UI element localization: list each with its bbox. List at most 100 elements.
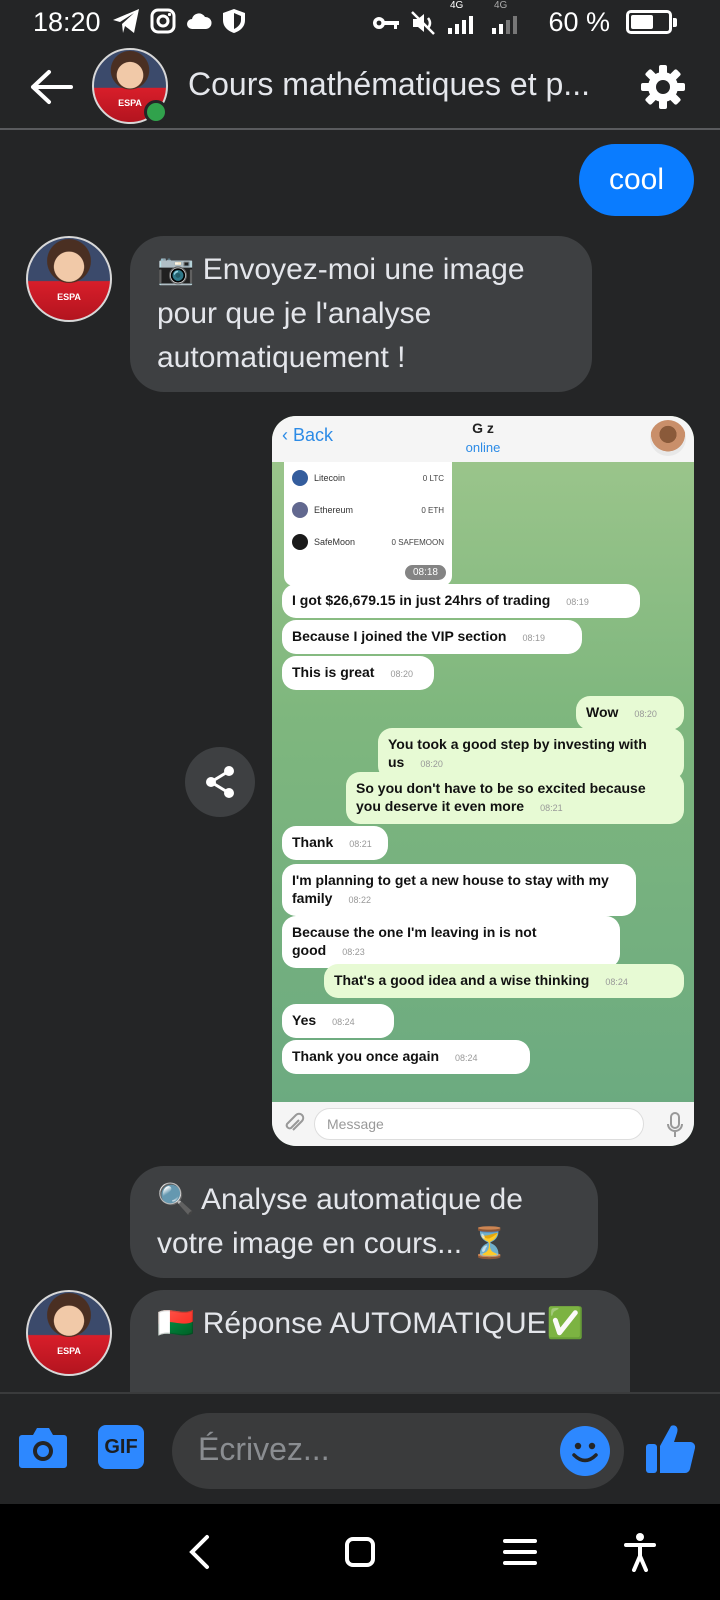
image-chat-text: Because I joined the VIP section bbox=[292, 628, 507, 644]
image-chat-time: 08:21 bbox=[349, 839, 372, 849]
image-chat-time: 08:20 bbox=[634, 709, 657, 719]
mute-icon bbox=[411, 11, 435, 35]
signal-4g-icon: 4G bbox=[446, 0, 480, 38]
incoming-message[interactable]: 🔍 Analyse automatique de votre image en … bbox=[130, 1166, 598, 1278]
image-chat-text: That's a good idea and a wise thinking bbox=[334, 972, 590, 988]
camera-icon bbox=[19, 1428, 67, 1468]
wallet-row: SafeMoon 0 SAFEMOON bbox=[284, 526, 452, 558]
image-chat-time: 08:19 bbox=[566, 597, 589, 607]
image-chat-time: 08:20 bbox=[420, 759, 443, 769]
back-button[interactable] bbox=[22, 58, 80, 116]
chat-header: ESPA Cours mathématiques et p... bbox=[0, 44, 720, 130]
image-message[interactable]: ‹ Back G z online Litecoin 0 LTC Ethereum… bbox=[272, 416, 694, 1146]
nav-recents-button[interactable] bbox=[496, 1528, 544, 1576]
settings-button[interactable] bbox=[634, 58, 692, 116]
image-chat-bubble: Thank you once again 08:24 bbox=[282, 1040, 530, 1074]
image-chat-bubble: So you don't have to be so excited becau… bbox=[346, 772, 684, 824]
signal-4g-icon: 4G bbox=[490, 0, 524, 38]
image-chat-time: 08:23 bbox=[342, 947, 365, 957]
image-compose-bar: Message bbox=[272, 1102, 694, 1146]
image-chat-text: Thank bbox=[292, 834, 334, 850]
status-time: 18:20 bbox=[33, 7, 101, 37]
incoming-message[interactable]: 🇲🇬 Réponse AUTOMATIQUE✅ bbox=[130, 1290, 630, 1392]
battery-fill bbox=[631, 15, 653, 29]
image-chat-bubble: I'm planning to get a new house to stay … bbox=[282, 864, 636, 916]
image-chat-text: This is great bbox=[292, 664, 375, 680]
image-chat-bubble: Thank 08:21 bbox=[282, 826, 388, 860]
litecoin-icon bbox=[292, 470, 308, 486]
ethereum-icon bbox=[292, 502, 308, 518]
image-chat-text: So you don't have to be so excited becau… bbox=[356, 780, 646, 814]
wallet-timestamp: 08:18 bbox=[404, 565, 446, 580]
image-chat-time: 08:21 bbox=[540, 803, 563, 813]
composer-bar: GIF Écrivez... bbox=[0, 1392, 720, 1504]
image-chat-text: Thank you once again bbox=[292, 1048, 440, 1064]
safemoon-icon bbox=[292, 534, 308, 550]
battery-icon bbox=[626, 10, 677, 34]
image-chat-time: 08:24 bbox=[332, 1017, 355, 1027]
telegram-icon bbox=[113, 9, 139, 33]
outgoing-message[interactable]: cool bbox=[578, 144, 694, 216]
status-bar: 18:20 4G 4G 60 % bbox=[0, 0, 720, 44]
image-chat-text: I'm planning to get a new house to stay … bbox=[292, 872, 609, 906]
wallet-row: Litecoin 0 LTC bbox=[284, 462, 452, 494]
instagram-icon bbox=[150, 8, 176, 34]
image-message-field: Message bbox=[314, 1108, 644, 1140]
image-contact-name: G z bbox=[472, 420, 494, 436]
image-contact-avatar bbox=[650, 420, 686, 456]
status-right-icons: 4G 4G bbox=[372, 0, 524, 38]
image-chat-bubble: This is great 08:20 bbox=[282, 656, 434, 690]
status-left-icons bbox=[112, 8, 246, 34]
mic-icon bbox=[667, 1112, 683, 1137]
accessibility-icon bbox=[624, 1533, 656, 1572]
like-button[interactable] bbox=[644, 1422, 698, 1476]
gear-icon bbox=[641, 65, 685, 109]
image-chat-bubble: Because the one I'm leaving in is not go… bbox=[282, 916, 620, 968]
cloud-icon bbox=[187, 13, 212, 29]
share-icon bbox=[206, 766, 234, 798]
image-chat-time: 08:24 bbox=[455, 1053, 478, 1063]
image-chat-text: Because the one I'm leaving in is not go… bbox=[292, 924, 537, 958]
sender-avatar[interactable]: ESPA bbox=[26, 1290, 112, 1376]
image-chat-time: 08:24 bbox=[605, 977, 628, 987]
image-chat-time: 08:19 bbox=[522, 633, 546, 643]
image-chat-text: I got $26,679.15 in just 24hrs of tradin… bbox=[292, 592, 551, 608]
square-icon bbox=[345, 1537, 375, 1567]
paperclip-icon bbox=[285, 1112, 305, 1131]
image-chat-bubble: That's a good idea and a wise thinking 08… bbox=[324, 964, 684, 998]
image-chat-bubble: I got $26,679.15 in just 24hrs of tradin… bbox=[282, 584, 640, 618]
nav-accessibility-button[interactable] bbox=[616, 1528, 664, 1576]
chat-title[interactable]: Cours mathématiques et p... bbox=[188, 66, 618, 103]
menu-icon bbox=[503, 1539, 537, 1565]
nav-home-button[interactable] bbox=[336, 1528, 384, 1576]
chevron-left-icon bbox=[189, 1535, 209, 1569]
arrow-left-icon bbox=[31, 70, 73, 104]
image-chat-bubble: Because I joined the VIP section 08:19 bbox=[282, 620, 582, 654]
image-chat-bubble: Yes 08:24 bbox=[282, 1004, 394, 1038]
battery-percent: 60 % bbox=[548, 7, 610, 37]
shield-icon bbox=[223, 9, 245, 33]
image-chat-text: Yes bbox=[292, 1012, 317, 1028]
image-contact-status: online bbox=[465, 440, 501, 455]
online-indicator bbox=[144, 100, 168, 124]
thumbs-up-icon bbox=[646, 1425, 696, 1474]
message-input[interactable]: Écrivez... bbox=[172, 1413, 624, 1489]
image-chat-time: 08:20 bbox=[390, 669, 413, 679]
image-topbar: ‹ Back G z online bbox=[272, 416, 694, 462]
key-icon bbox=[373, 17, 399, 29]
image-chat-bubble: Wow 08:20 bbox=[576, 696, 684, 730]
nav-back-button[interactable] bbox=[175, 1528, 223, 1576]
system-nav-bar bbox=[0, 1504, 720, 1600]
image-chat-text: Wow bbox=[586, 704, 619, 720]
sender-avatar[interactable]: ESPA bbox=[26, 236, 112, 322]
message-input-placeholder: Écrivez... bbox=[198, 1431, 330, 1467]
smiley-icon bbox=[572, 1442, 598, 1463]
camera-button[interactable] bbox=[18, 1425, 68, 1469]
share-button[interactable] bbox=[185, 747, 255, 817]
wallet-row: Ethereum 0 ETH bbox=[284, 494, 452, 526]
wallet-card: Litecoin 0 LTC Ethereum 0 ETH SafeMoon 0 SA… bbox=[284, 462, 452, 586]
emoji-button[interactable] bbox=[560, 1426, 610, 1476]
image-chat-time: 08:22 bbox=[348, 895, 371, 905]
incoming-message[interactable]: 📷 Envoyez-moi une image pour que je l'an… bbox=[130, 236, 592, 392]
gif-button[interactable]: GIF bbox=[98, 1425, 144, 1469]
